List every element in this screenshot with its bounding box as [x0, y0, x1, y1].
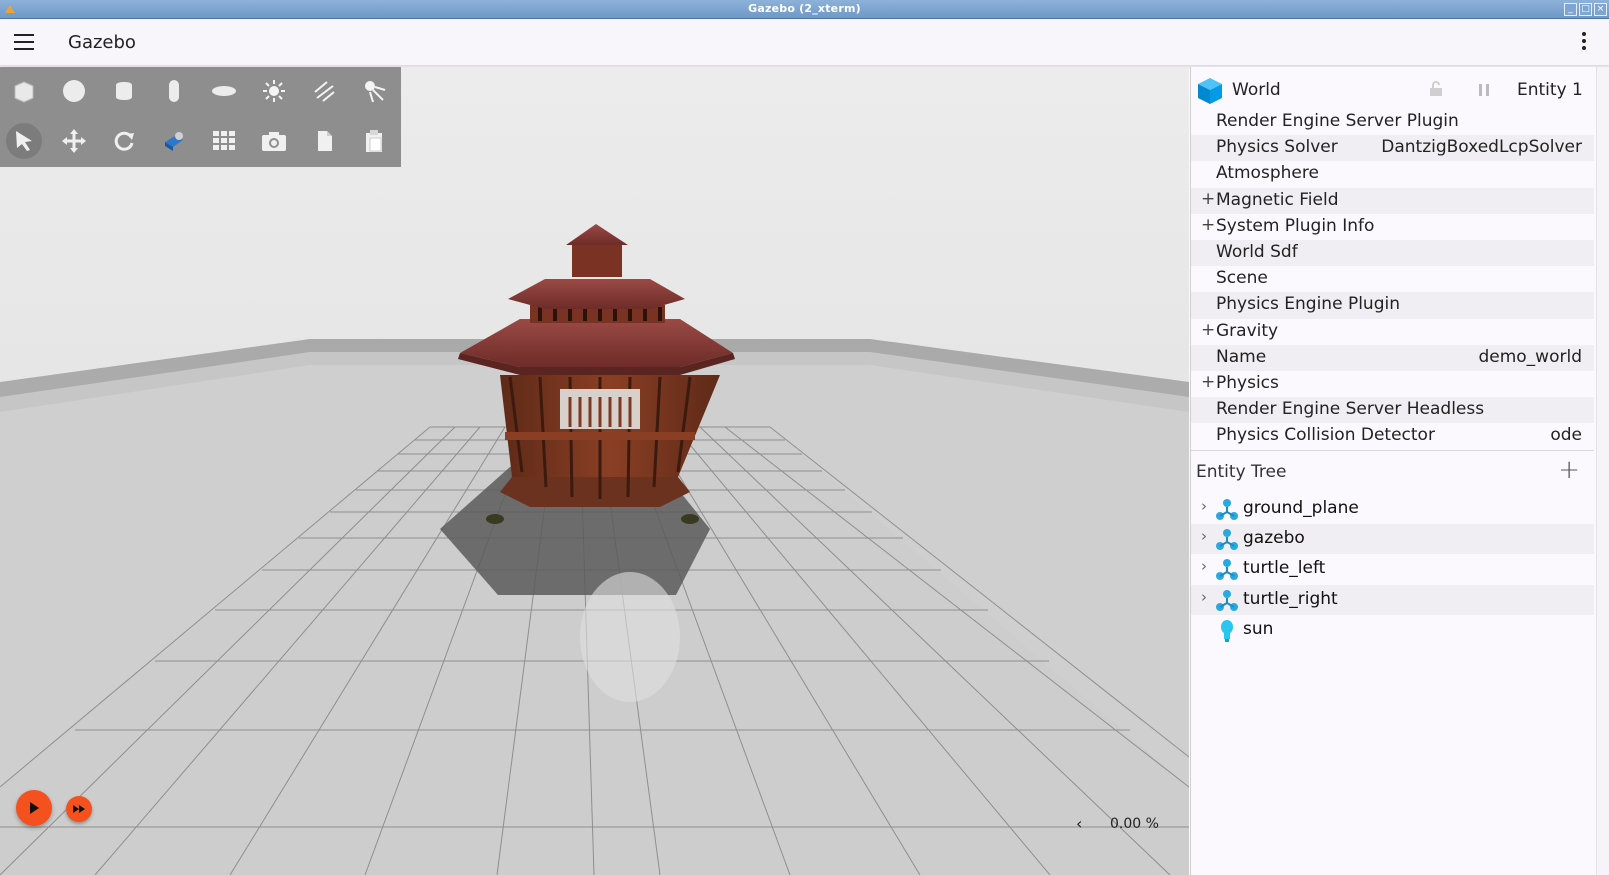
- component-label: World Sdf: [1216, 241, 1298, 262]
- real-time-factor: 0.00 %: [1110, 816, 1159, 832]
- component-inspector-header: World Entity 1: [1191, 67, 1594, 111]
- light-bulb-icon: [1221, 619, 1233, 642]
- play-button[interactable]: [16, 790, 52, 826]
- directional-light-icon[interactable]: [306, 73, 342, 109]
- component-value: DantzigBoxedLcpSolver: [1381, 137, 1582, 158]
- component-label: Name: [1216, 346, 1267, 367]
- sun-light-icon[interactable]: [256, 73, 292, 109]
- scene-render: [0, 67, 1189, 875]
- chevron-left-icon[interactable]: ‹: [1076, 814, 1082, 833]
- entity-label: turtle_right: [1243, 588, 1338, 609]
- component-row[interactable]: + Gravity: [1191, 319, 1594, 345]
- chevron-right-icon[interactable]: ›: [1201, 588, 1207, 606]
- component-label: Gravity: [1216, 320, 1279, 341]
- pause-icon[interactable]: [1477, 83, 1491, 97]
- add-entity-icon[interactable]: +: [1558, 455, 1580, 485]
- world-cube-icon: [1198, 78, 1222, 104]
- window-title: Gazebo (2_xterm): [748, 2, 861, 15]
- ellipsoid-icon[interactable]: [206, 73, 242, 109]
- scene-toolbar: [0, 67, 401, 167]
- camera-icon[interactable]: [256, 123, 292, 159]
- lock-icon[interactable]: [1429, 81, 1443, 97]
- maximize-button[interactable]: □: [1579, 3, 1592, 16]
- play-icon: [30, 802, 39, 814]
- copy-icon[interactable]: [306, 123, 342, 159]
- component-label: Render Engine Server Headless: [1216, 399, 1485, 420]
- entity-label: ground_plane: [1243, 498, 1359, 518]
- app-bar: Gazebo: [0, 20, 1609, 66]
- translate-icon[interactable]: [56, 123, 92, 159]
- right-panel: World Entity 1 Render Engine Server Plug…: [1190, 67, 1609, 875]
- entity-tree-item[interactable]: › turtle_left: [1191, 554, 1594, 584]
- component-row: Physics Engine Plugin: [1191, 292, 1594, 319]
- component-label: Physics Collision Detector: [1216, 425, 1435, 446]
- chevron-right-icon[interactable]: ›: [1201, 497, 1207, 515]
- component-row: Physics Solver DantzigBoxedLcpSolver: [1191, 135, 1594, 162]
- expand-plus-icon[interactable]: +: [1201, 320, 1215, 340]
- component-label: Scene: [1216, 268, 1268, 289]
- entity-tree-item[interactable]: › turtle_right: [1191, 584, 1594, 615]
- component-row: Physics Collision Detector ode: [1191, 423, 1594, 448]
- window-title-bar: Gazebo (2_xterm) _ □ ×: [0, 0, 1609, 19]
- component-row: World Sdf: [1191, 239, 1594, 267]
- component-value: ode: [1550, 425, 1582, 446]
- transform-icon[interactable]: [156, 123, 192, 159]
- spot-light-icon[interactable]: [356, 73, 392, 109]
- model-icon: [1216, 499, 1238, 520]
- scene-3d-view[interactable]: ‹ 0.00 %: [0, 67, 1189, 875]
- select-icon[interactable]: [6, 123, 42, 159]
- component-row: Atmosphere: [1191, 161, 1594, 187]
- entity-tree-item[interactable]: › ground_plane: [1191, 494, 1594, 524]
- component-label: Physics Engine Plugin: [1216, 294, 1400, 315]
- component-row: Render Engine Server Headless: [1191, 397, 1594, 424]
- component-label: Render Engine Server Plugin: [1216, 111, 1459, 131]
- chevron-right-icon[interactable]: ›: [1201, 557, 1207, 575]
- component-label: Physics Solver: [1216, 137, 1338, 158]
- inspector-title: World: [1232, 80, 1281, 100]
- fast-forward-icon: [73, 805, 85, 813]
- entity-tree-title: Entity Tree: [1196, 462, 1287, 482]
- component-list: Render Engine Server Plugin Physics Solve…: [1191, 109, 1594, 448]
- entity-label: gazebo: [1243, 528, 1305, 549]
- component-row[interactable]: + Physics: [1191, 371, 1594, 397]
- rotate-icon[interactable]: [106, 123, 142, 159]
- component-row: Name demo_world: [1191, 344, 1594, 371]
- grid-icon[interactable]: [206, 123, 242, 159]
- paste-icon[interactable]: [356, 123, 392, 159]
- entity-id-label: Entity 1: [1517, 80, 1583, 100]
- entity-label: turtle_left: [1243, 558, 1326, 579]
- entity-tree-header: Entity Tree +: [1191, 450, 1594, 490]
- component-row[interactable]: + System Plugin Info: [1191, 214, 1594, 240]
- minimize-button[interactable]: _: [1564, 3, 1577, 16]
- component-row[interactable]: + Magnetic Field: [1191, 187, 1594, 214]
- entity-tree-list: › ground_plane › gazebo › turtle_left › turtle_…: [1191, 494, 1594, 645]
- expand-plus-icon[interactable]: +: [1201, 215, 1215, 235]
- capsule-icon[interactable]: [156, 73, 192, 109]
- entity-tree-item[interactable]: › gazebo: [1191, 524, 1594, 555]
- step-button[interactable]: [66, 796, 92, 822]
- component-label: Physics: [1216, 372, 1279, 393]
- expand-plus-icon[interactable]: +: [1201, 372, 1215, 392]
- menu-icon[interactable]: [14, 34, 34, 50]
- component-label: Magnetic Field: [1216, 189, 1339, 210]
- more-options-icon[interactable]: [1581, 32, 1587, 54]
- model-icon: [1216, 529, 1238, 551]
- box-icon[interactable]: [6, 73, 42, 109]
- chevron-right-icon[interactable]: ›: [1201, 527, 1207, 545]
- sphere-icon[interactable]: [56, 73, 92, 109]
- component-row: Scene: [1191, 266, 1594, 292]
- component-row: Render Engine Server Plugin: [1191, 109, 1594, 135]
- model-icon: [1216, 559, 1238, 581]
- app-title: Gazebo: [68, 32, 136, 53]
- expand-plus-icon[interactable]: +: [1201, 189, 1215, 209]
- component-label: Atmosphere: [1216, 163, 1319, 184]
- model-icon: [1216, 589, 1238, 611]
- right-panel-scrollbar[interactable]: [1596, 67, 1609, 875]
- component-value: demo_world: [1478, 346, 1582, 367]
- close-button[interactable]: ×: [1594, 3, 1607, 16]
- entity-label: sun: [1243, 618, 1274, 639]
- entity-tree-item[interactable]: sun: [1191, 615, 1594, 645]
- component-label: System Plugin Info: [1216, 215, 1375, 236]
- cylinder-icon[interactable]: [106, 73, 142, 109]
